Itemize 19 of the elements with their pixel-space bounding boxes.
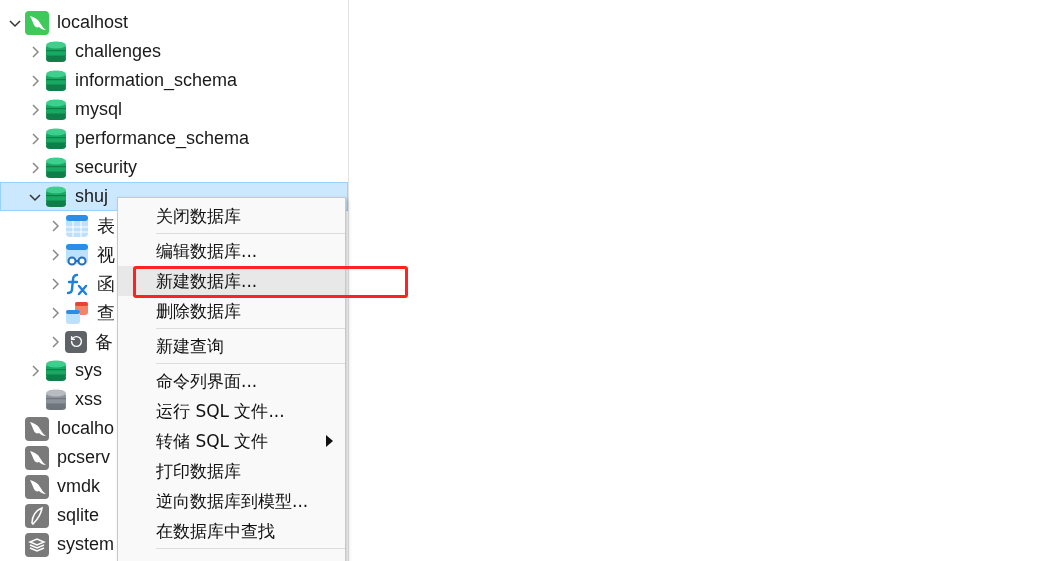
tree-label: shuj xyxy=(75,186,109,207)
tree-label: vmdk xyxy=(57,476,100,497)
tree-label: sqlite xyxy=(57,505,100,526)
tree-label: performance_schema xyxy=(75,128,250,149)
tree-label: information_schema xyxy=(75,70,238,91)
tree-label: sys xyxy=(75,360,102,381)
tree-label: 表 xyxy=(97,214,115,238)
tree-label: localho xyxy=(57,418,115,439)
tree-label: mysql xyxy=(75,99,122,120)
tree-label: localhost xyxy=(57,12,129,33)
tree-label: 视 xyxy=(97,243,115,267)
tree-label: pcserv xyxy=(57,447,110,468)
tree-label: system xyxy=(57,534,114,555)
tree-label: 备 xyxy=(95,330,113,354)
tree-label: xss xyxy=(75,389,102,410)
tree-label: 查 xyxy=(97,301,115,325)
tree-label: 函 xyxy=(97,272,115,296)
tree-label: challenges xyxy=(75,41,162,62)
tree-label: security xyxy=(75,157,137,178)
